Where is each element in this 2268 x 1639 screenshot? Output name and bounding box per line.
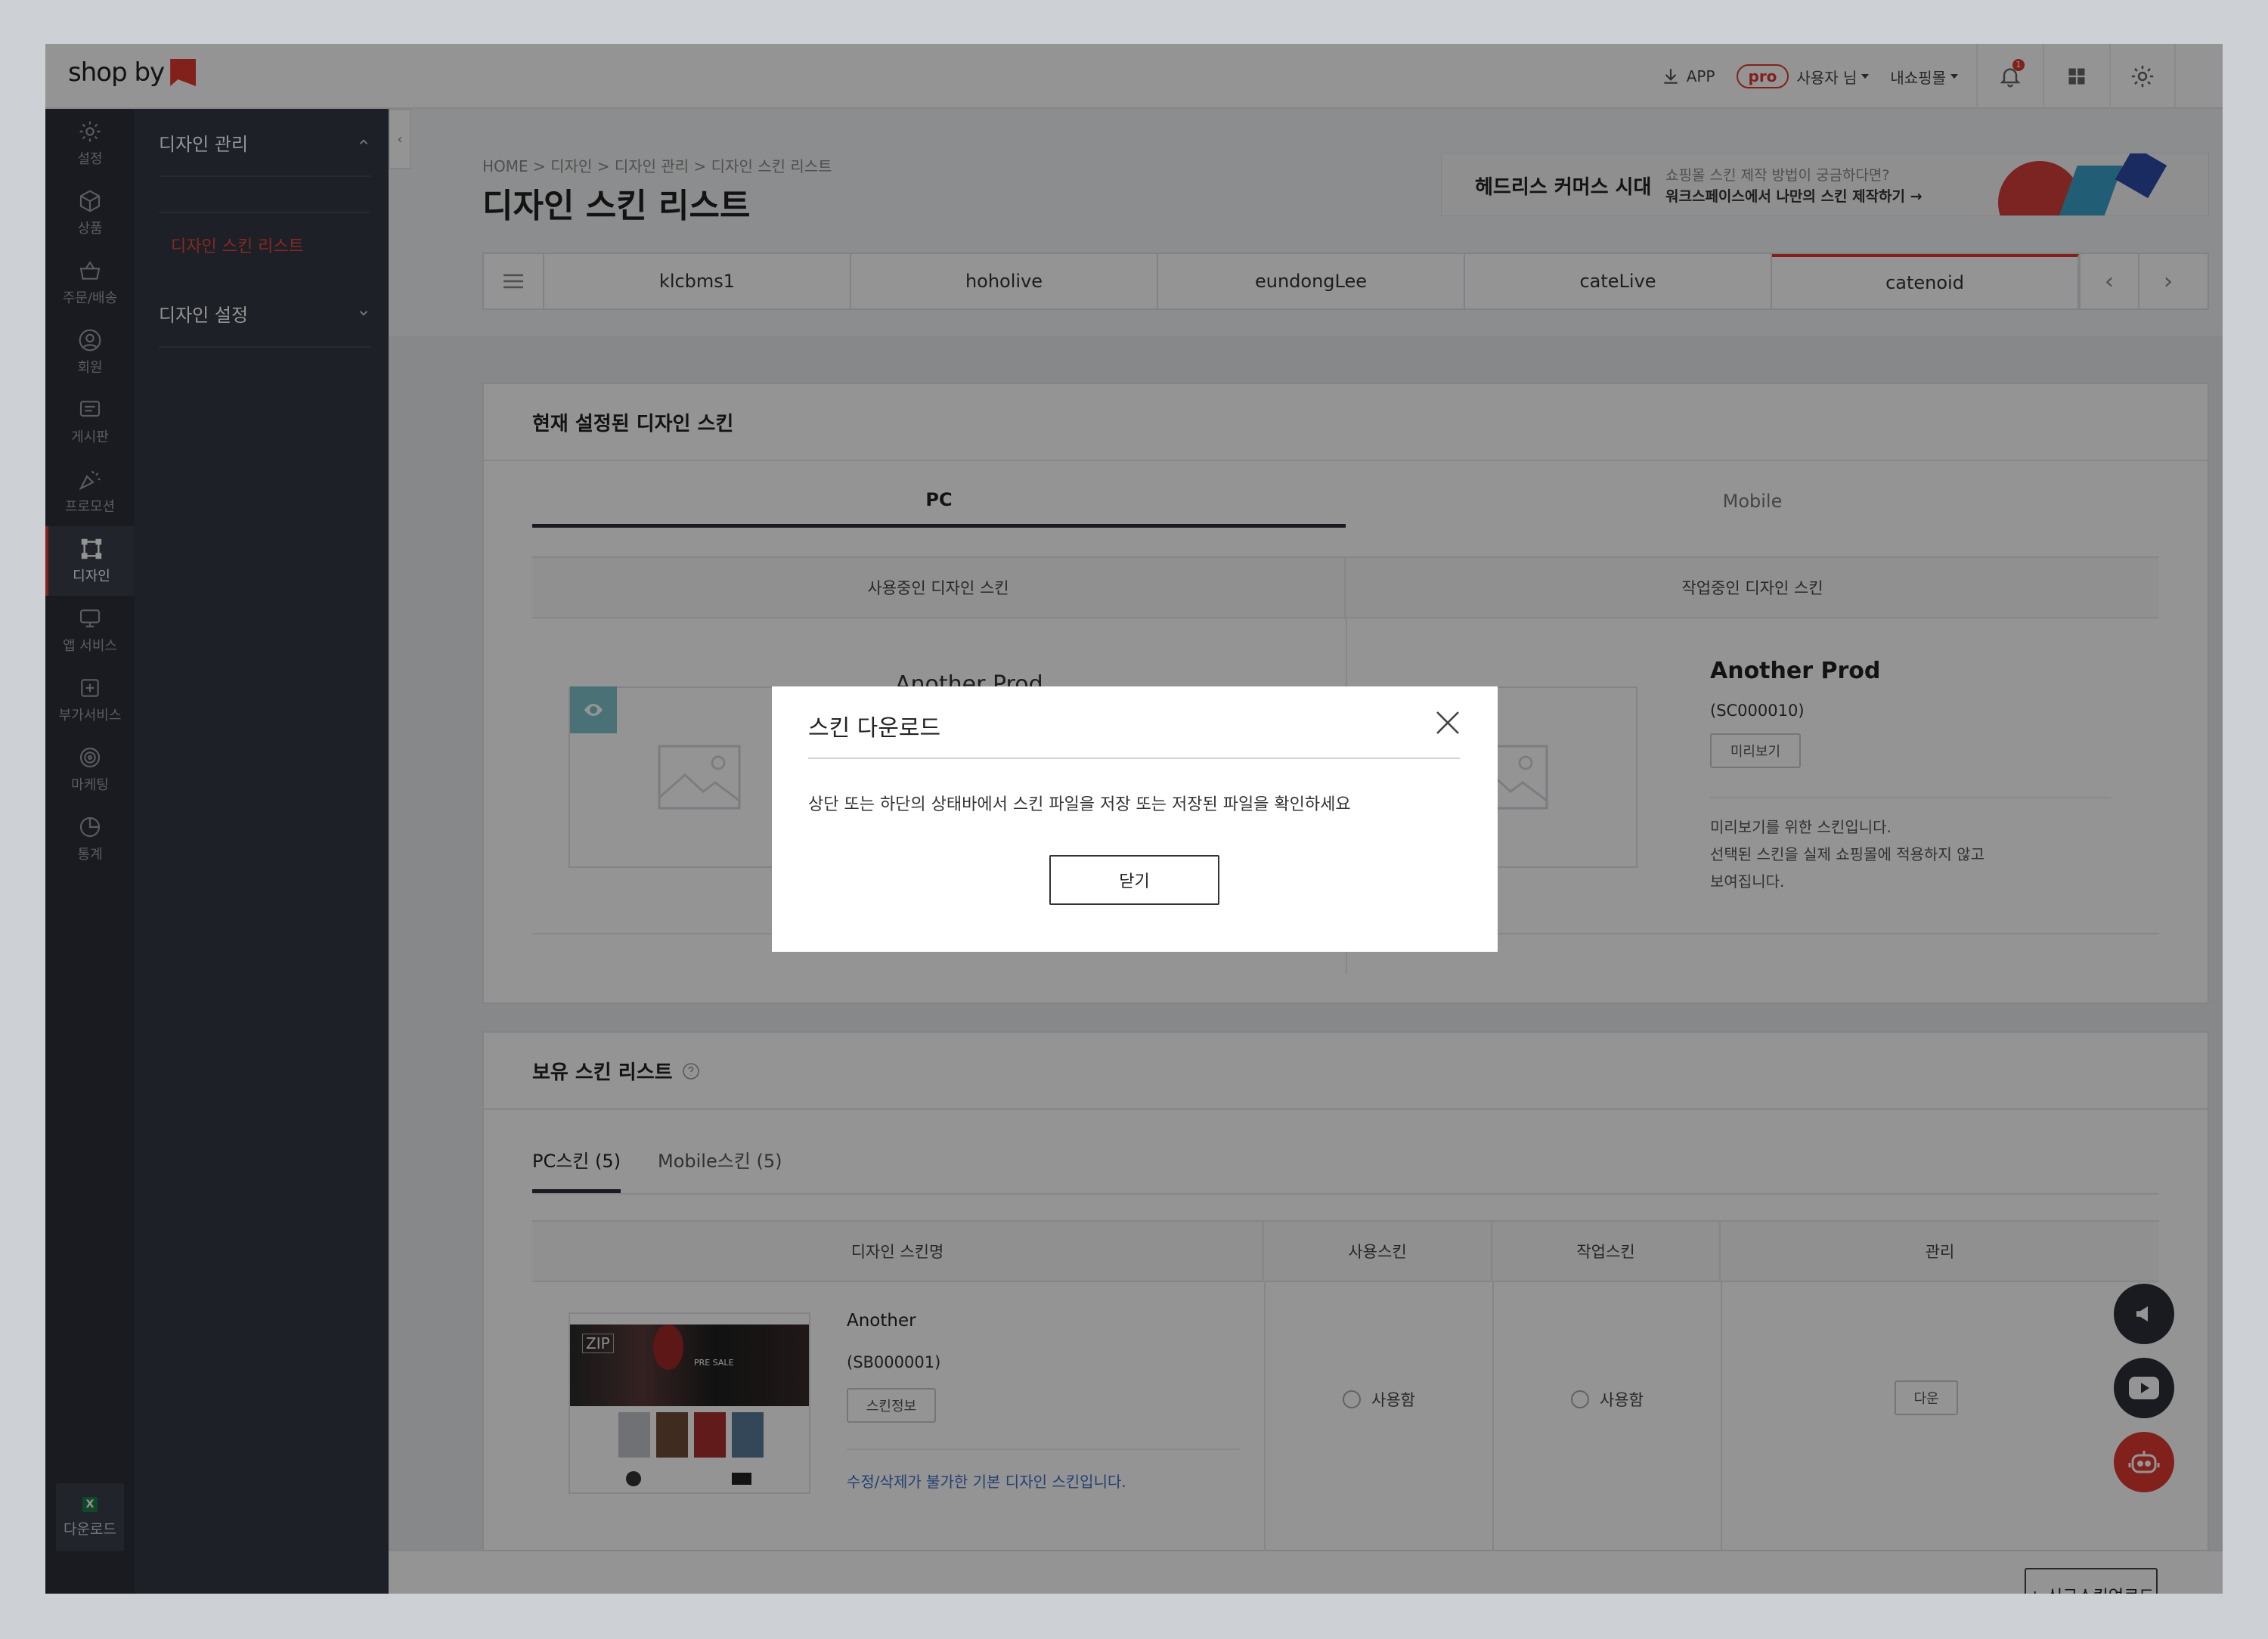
modal-message: 상단 또는 하단의 상태바에서 스킨 파일을 저장 또는 저장된 파일을 확인하… [808,795,1351,814]
modal-title: 스킨 다운로드 [808,715,941,742]
skin-download-modal: 스킨 다운로드 상단 또는 하단의 상태바에서 스킨 파일을 저장 또는 저장된… [772,686,1498,952]
app-window: shop by APP pro 사용자 님 내쇼핑몰 1 설정 상품 주문/배송… [45,44,2223,1594]
modal-confirm-button[interactable]: 닫기 [1049,855,1219,905]
modal-divider [808,758,1460,759]
modal-close-button[interactable] [1433,708,1463,738]
close-icon [1436,711,1459,734]
